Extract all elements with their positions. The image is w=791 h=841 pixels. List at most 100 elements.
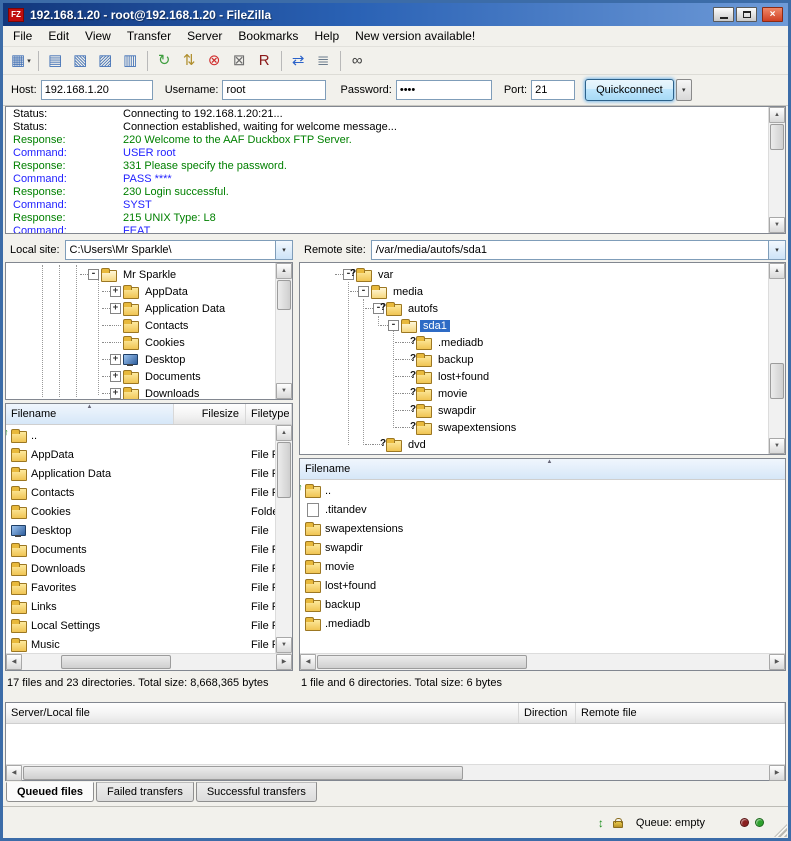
scroll-up-button[interactable]: ▲ (769, 107, 785, 123)
file-row[interactable]: .mediadb (300, 614, 785, 633)
minimize-button[interactable] (713, 7, 734, 22)
scroll-down-button[interactable]: ▼ (276, 383, 292, 399)
menu-item-edit[interactable]: Edit (40, 26, 77, 46)
scrollbar-thumb[interactable] (277, 442, 291, 498)
tree-item[interactable]: -Mr Sparkle (6, 266, 275, 283)
file-row[interactable]: MusicFile Folder (6, 635, 275, 653)
scrollbar-thumb[interactable] (770, 124, 784, 150)
tree-item[interactable]: ?.mediadb (300, 334, 768, 351)
file-row[interactable]: ContactsFile Folder (6, 483, 275, 502)
expand-icon[interactable]: + (110, 286, 121, 297)
tree-item[interactable]: -media (300, 283, 768, 300)
scroll-up-button[interactable]: ▲ (276, 263, 292, 279)
menu-item-bookmarks[interactable]: Bookmarks (230, 26, 306, 46)
tree-item[interactable]: +Documents (6, 368, 275, 385)
tree-item[interactable]: +Application Data (6, 300, 275, 317)
horizontal-scrollbar[interactable]: ◀▶ (6, 764, 785, 780)
file-row[interactable]: movie (300, 557, 785, 576)
tree-item[interactable]: ?swapextensions (300, 419, 768, 436)
file-row[interactable]: DocumentsFile Folder (6, 540, 275, 559)
scroll-left-button[interactable]: ◀ (300, 654, 316, 670)
file-row[interactable]: CookiesFolder (6, 502, 275, 521)
encryption-status-icon[interactable] (613, 821, 623, 828)
file-row[interactable]: LinksFile Folder (6, 597, 275, 616)
quickconnect-button[interactable]: Quickconnect (585, 79, 674, 101)
menu-item-help[interactable]: Help (306, 26, 347, 46)
scroll-up-button[interactable]: ▲ (276, 425, 292, 441)
tab-successful-transfers[interactable]: Successful transfers (196, 782, 317, 802)
expand-icon[interactable]: + (110, 371, 121, 382)
toggle-queue-button[interactable]: ▥ (118, 49, 143, 72)
close-button[interactable]: × (762, 7, 783, 22)
horizontal-scrollbar[interactable]: ◀▶ (300, 653, 785, 670)
tree-item[interactable]: Contacts (6, 317, 275, 334)
scroll-down-button[interactable]: ▼ (276, 637, 292, 653)
local-site-combo[interactable]: C:\Users\Mr Sparkle\ ▾ (65, 240, 293, 260)
scroll-right-button[interactable]: ▶ (769, 654, 785, 670)
scrollbar-thumb[interactable] (23, 766, 463, 780)
quickconnect-dropdown-button[interactable]: ▾ (676, 79, 692, 101)
cancel-button[interactable]: ⊗ (202, 49, 227, 72)
menu-item-transfer[interactable]: Transfer (119, 26, 179, 46)
vertical-scrollbar[interactable]: ▲▼ (275, 425, 292, 653)
scroll-left-button[interactable]: ◀ (6, 654, 22, 670)
title-bar[interactable]: FZ 192.168.1.20 - root@192.168.1.20 - Fi… (3, 3, 788, 26)
tree-item[interactable]: +Desktop (6, 351, 275, 368)
scrollbar-thumb[interactable] (277, 280, 291, 310)
username-input[interactable] (222, 80, 326, 100)
scroll-left-button[interactable]: ◀ (6, 765, 22, 781)
file-row[interactable]: DownloadsFile Folder (6, 559, 275, 578)
tree-item[interactable]: -sda1 (300, 317, 768, 334)
file-row[interactable]: lost+found (300, 576, 785, 595)
expand-icon[interactable]: + (110, 303, 121, 314)
queue-body[interactable] (6, 724, 785, 764)
vertical-scrollbar[interactable]: ▲▼ (768, 107, 785, 233)
column-header-filesize[interactable]: Filesize (174, 404, 246, 424)
menu-item-server[interactable]: Server (179, 26, 230, 46)
disconnect-button[interactable]: ⊠ (227, 49, 252, 72)
file-row[interactable]: backup (300, 595, 785, 614)
collapse-icon[interactable]: - (88, 269, 99, 280)
speed-limits-icon[interactable]: ↕ (598, 817, 604, 829)
site-manager-button[interactable]: ▦▾ (8, 49, 34, 72)
scroll-down-button[interactable]: ▼ (769, 217, 785, 233)
scroll-up-button[interactable]: ▲ (769, 263, 785, 279)
expand-icon[interactable]: + (110, 388, 121, 399)
menu-item-view[interactable]: View (77, 26, 119, 46)
resize-grip[interactable] (774, 824, 787, 837)
scrollbar-thumb[interactable] (317, 655, 527, 669)
vertical-scrollbar[interactable]: ▲▼ (275, 263, 292, 399)
directory-comparison-button[interactable]: ≣ (311, 49, 336, 72)
tree-item[interactable]: +Downloads (6, 385, 275, 399)
synchronized-browsing-button[interactable]: ⇄ (286, 49, 311, 72)
menu-item-file[interactable]: File (5, 26, 40, 46)
file-row[interactable]: DesktopFile (6, 521, 275, 540)
menu-item-new-version-available[interactable]: New version available! (347, 26, 483, 46)
tab-queued-files[interactable]: Queued files (6, 782, 94, 802)
column-header-filename[interactable]: Filename▲ (6, 404, 174, 424)
tree-item[interactable]: ?lost+found (300, 368, 768, 385)
scroll-down-button[interactable]: ▼ (769, 438, 785, 454)
file-row[interactable]: swapextensions (300, 519, 785, 538)
tree-item[interactable]: +AppData (6, 283, 275, 300)
password-input[interactable] (396, 80, 492, 100)
chevron-down-icon[interactable]: ▾ (275, 241, 292, 259)
find-files-button[interactable]: ∞ (345, 49, 370, 72)
file-row[interactable]: AppDataFile Folder (6, 445, 275, 464)
vertical-scrollbar[interactable]: ▲▼ (768, 263, 785, 454)
toggle-message-log-button[interactable]: ▤ (43, 49, 68, 72)
column-header-direction[interactable]: Direction (519, 703, 576, 723)
expand-icon[interactable]: + (110, 354, 121, 365)
toggle-local-tree-button[interactable]: ▧ (68, 49, 93, 72)
tree-item[interactable]: ?swapdir (300, 402, 768, 419)
scroll-right-button[interactable]: ▶ (769, 765, 785, 781)
tab-failed-transfers[interactable]: Failed transfers (96, 782, 194, 802)
column-header-remote-file[interactable]: Remote file (576, 703, 785, 723)
file-row[interactable]: .titandev (300, 500, 785, 519)
refresh-button[interactable]: ↻ (152, 49, 177, 72)
tree-item[interactable]: ?movie (300, 385, 768, 402)
file-row[interactable]: swapdir (300, 538, 785, 557)
chevron-down-icon[interactable]: ▾ (768, 241, 785, 259)
tree-item[interactable]: -?var (300, 266, 768, 283)
collapse-icon[interactable]: - (388, 320, 399, 331)
